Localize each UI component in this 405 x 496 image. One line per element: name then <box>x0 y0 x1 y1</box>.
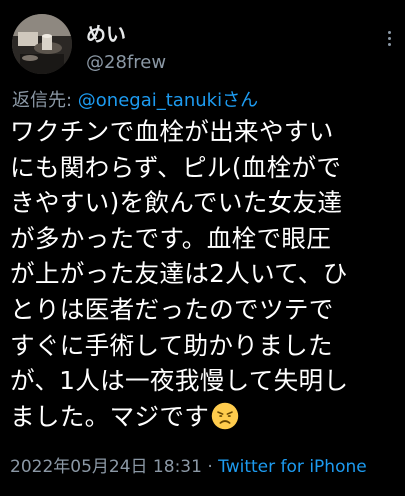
reply-prefix: 返信先: <box>12 90 78 111</box>
tweet-line: ワクチンで血栓が出来やすい <box>10 117 334 146</box>
tweet-line: ました。マジです <box>10 401 210 431</box>
tweet-line: が、1人は一夜我慢して失明し <box>10 366 349 396</box>
disappointed-face-emoji-icon <box>211 402 239 429</box>
tweet-text: ワクチンで血栓が出来やすい にも関わらず、ピル(血栓がで きやすい)を飲んでいた… <box>10 114 402 434</box>
user-handle[interactable]: @28frew <box>86 52 166 74</box>
display-name[interactable]: めい <box>86 22 126 46</box>
tweet-meta: 2022年05月24日 18:31 · Twitter for iPhone <box>10 456 367 478</box>
avatar-photo-icon <box>12 14 72 74</box>
meta-separator: · <box>201 457 219 477</box>
tweet-line: が上がった友達は2人いて、ひ <box>10 259 348 289</box>
tweet-line: とりは医者だったのでツテで <box>10 294 334 324</box>
reply-context: 返信先: @onegai_tanukiさん <box>12 90 258 112</box>
tweet-line: が多かったです。血栓で眼圧 <box>10 223 332 253</box>
tweet-timestamp[interactable]: 2022年05月24日 18:31 <box>10 457 202 477</box>
tweet-line: すぐに手術して助かりました <box>10 330 333 360</box>
tweet-line: きやすい)を飲んでいた女友達 <box>10 188 343 218</box>
avatar[interactable] <box>12 14 72 74</box>
more-options-icon[interactable] <box>377 26 401 50</box>
reply-mention-link[interactable]: @onegai_tanukiさん <box>78 90 258 111</box>
tweet-card: めい @28frew 返信先: @onegai_tanukiさん ワクチンで血栓… <box>0 0 405 496</box>
tweet-last-line: ました。マジです <box>10 399 402 435</box>
tweet-source-link[interactable]: Twitter for iPhone <box>218 457 367 477</box>
tweet-line: にも関わらず、ピル(血栓がで <box>10 152 342 182</box>
